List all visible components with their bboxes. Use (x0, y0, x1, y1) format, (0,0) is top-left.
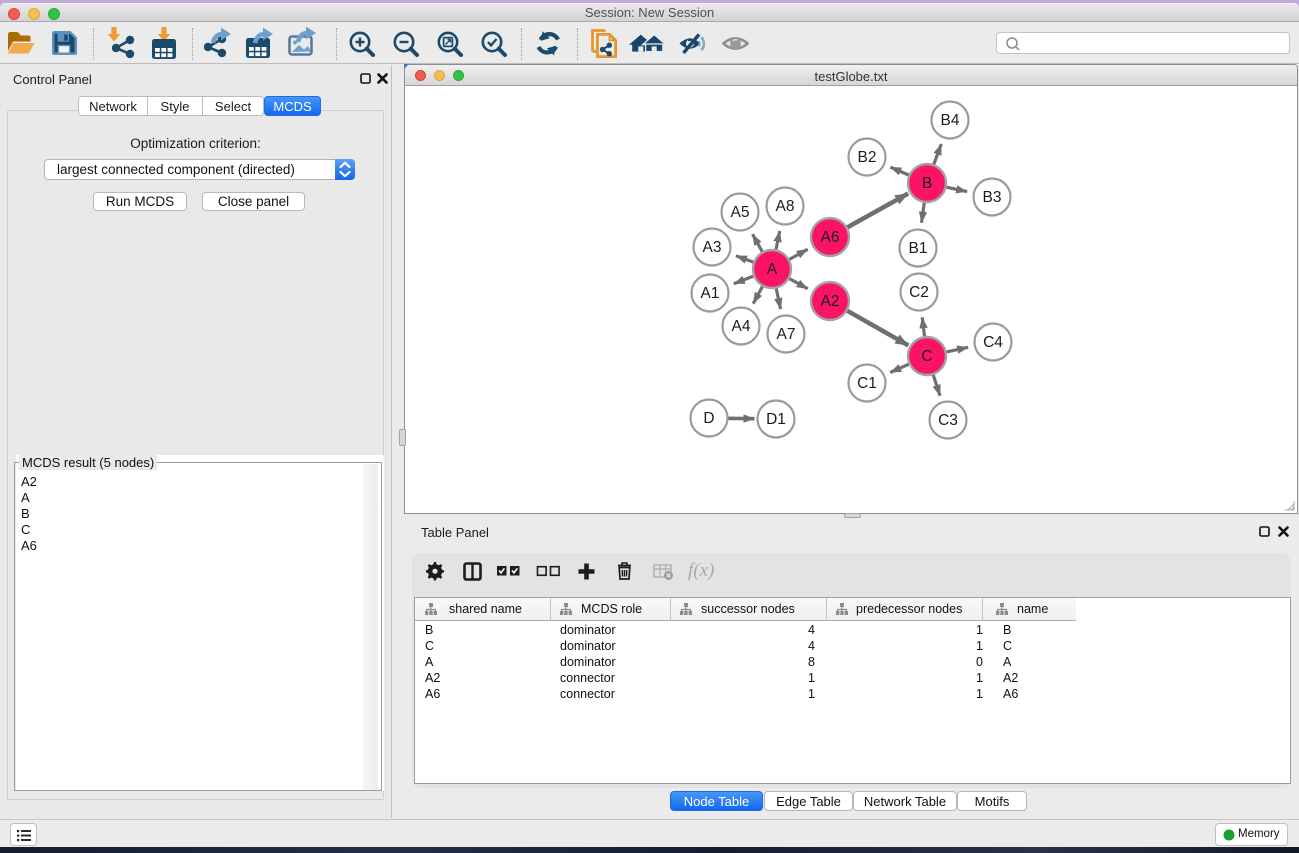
svg-text:A3: A3 (703, 239, 722, 256)
svg-text:C1: C1 (857, 375, 877, 392)
svg-text:A6: A6 (821, 229, 840, 246)
svg-text:A1: A1 (701, 285, 720, 302)
svg-text:B4: B4 (941, 112, 960, 129)
svg-text:A5: A5 (731, 204, 750, 221)
svg-text:B2: B2 (858, 149, 877, 166)
svg-text:A8: A8 (776, 198, 795, 215)
svg-text:A: A (767, 261, 778, 278)
svg-text:C: C (921, 348, 932, 365)
svg-text:D1: D1 (766, 411, 786, 428)
svg-text:B: B (922, 175, 932, 192)
svg-text:B3: B3 (983, 189, 1002, 206)
svg-text:B1: B1 (909, 240, 928, 257)
svg-text:A7: A7 (777, 326, 796, 343)
svg-text:D: D (703, 410, 714, 427)
svg-text:C2: C2 (909, 284, 929, 301)
svg-text:A2: A2 (821, 293, 840, 310)
svg-text:C4: C4 (983, 334, 1003, 351)
svg-text:C3: C3 (938, 412, 958, 429)
svg-text:A4: A4 (732, 318, 751, 335)
